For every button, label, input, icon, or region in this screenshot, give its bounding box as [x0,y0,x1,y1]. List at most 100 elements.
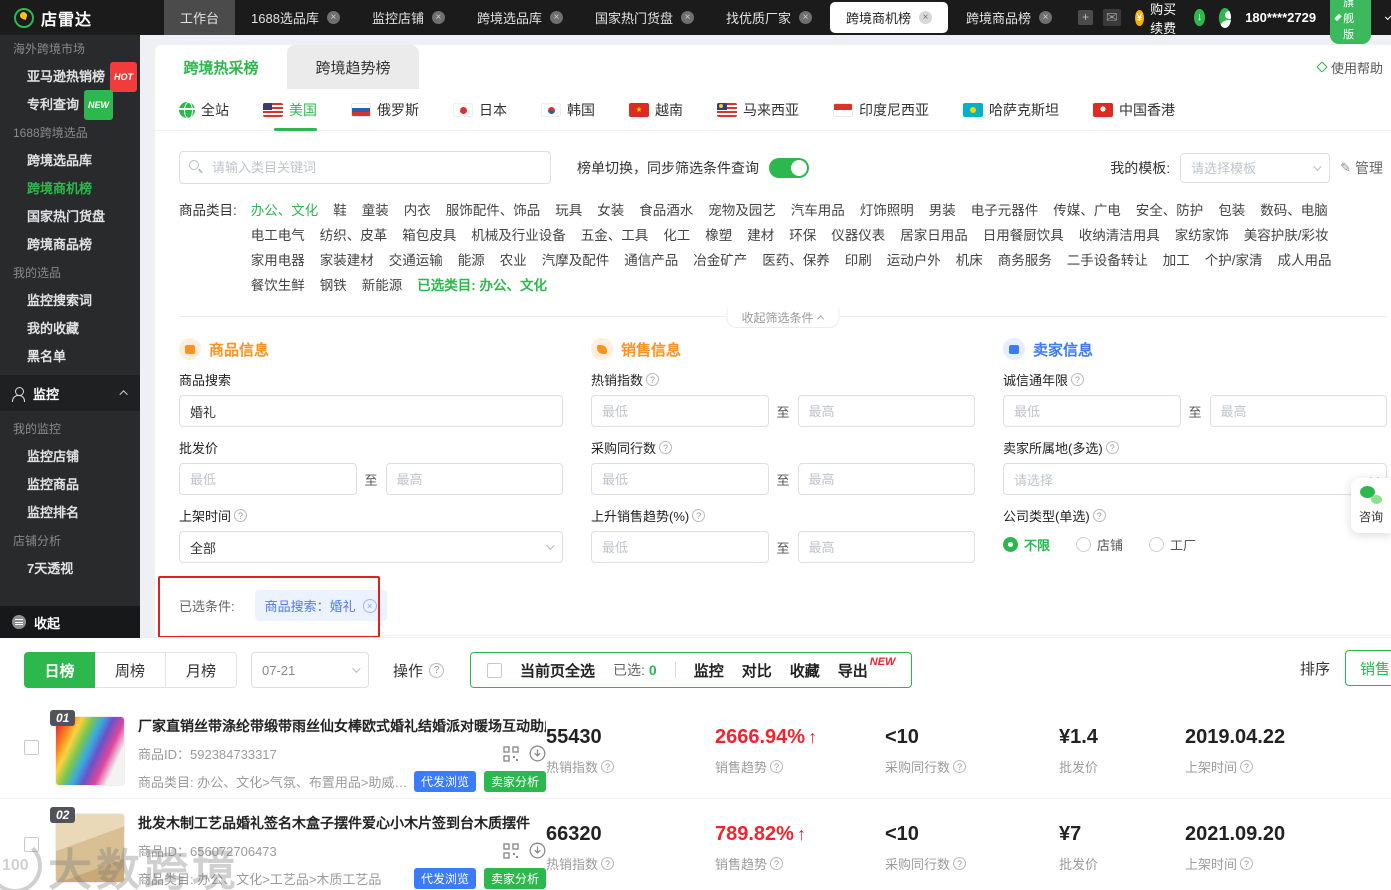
category-item[interactable]: 童装 [362,198,389,223]
sidebar-item[interactable]: 监控搜索词 [0,287,140,315]
help-icon[interactable]: ? [1071,373,1085,386]
category-item[interactable]: 鞋 [333,198,347,223]
category-item[interactable]: 二手设备转让 [1067,248,1148,273]
sidebar-item[interactable]: 跨境选品库 [0,147,140,175]
period-tab[interactable]: 月榜 [166,652,237,688]
category-item[interactable]: 居家日用品 [900,223,968,248]
listing-time-select[interactable]: 全部 [179,531,563,563]
help-icon[interactable]: ? [692,509,706,522]
sidebar-item[interactable]: 监控商品 [0,471,140,499]
manage-templates-button[interactable]: ✎ 管理 [1340,158,1383,178]
product-image[interactable] [55,813,125,883]
remove-chip-icon[interactable]: × [362,598,377,613]
new-tab-button[interactable]: + [1068,0,1103,35]
proxy-browse-tag[interactable]: 代发浏览 [413,868,476,889]
collapse-filters-button[interactable]: 收起筛选条件 [726,307,840,328]
trend-max-input[interactable] [797,531,976,563]
category-item[interactable]: 餐饮生鲜 [251,273,305,298]
category-item[interactable]: 办公、文化 [251,198,319,223]
sidebar-item[interactable]: 国家热门货盘 [0,203,140,231]
close-icon[interactable]: × [680,11,694,24]
category-item[interactable]: 家装建材 [320,248,374,273]
sidebar-item[interactable]: 跨境商机榜 [0,175,140,203]
close-icon[interactable]: × [326,11,340,24]
help-icon[interactable]: ? [234,509,248,522]
category-item[interactable]: 纺织、皮革 [320,223,388,248]
topbar-tab[interactable]: 1688选品库 × [235,0,356,35]
country-filter[interactable]: 印度尼西亚 [833,89,929,131]
category-item[interactable]: 数码、电脑 [1260,198,1328,223]
help-icon[interactable]: ? [770,760,784,773]
help-link[interactable]: 使用帮助 [1316,58,1383,77]
category-item[interactable]: 家用电器 [251,248,305,273]
help-icon[interactable]: ? [770,857,784,870]
price-min-input[interactable] [179,463,357,495]
favorite-action[interactable]: 收藏 [790,660,820,681]
help-icon[interactable]: ? [601,760,615,773]
category-item[interactable]: 通信产品 [624,248,678,273]
category-item[interactable]: 灯饰照明 [860,198,914,223]
sidebar-item[interactable]: 我的收藏 [0,315,140,343]
template-select[interactable]: 请选择模板 [1180,152,1331,183]
hot-index-min-input[interactable] [591,395,769,427]
download-icon[interactable] [529,842,546,859]
seller-analysis-tag[interactable]: 卖家分析 [483,868,546,889]
period-tab[interactable]: 周榜 [95,652,166,688]
category-item[interactable]: 玩具 [555,198,582,223]
category-item[interactable]: 包装 [1218,198,1245,223]
sidebar-group-monitor[interactable]: 监控 [0,375,140,411]
category-item[interactable]: 女装 [597,198,624,223]
country-filter[interactable]: 哈萨克斯坦 [963,89,1059,131]
country-filter[interactable]: 韩国 [541,89,595,131]
app-logo[interactable]: 店雷达 [14,6,164,30]
company-type-radio[interactable]: 店铺 [1076,535,1123,554]
category-item[interactable]: 交通运输 [389,248,443,273]
help-icon[interactable]: ? [953,760,967,773]
select-all-checkbox[interactable] [487,662,503,678]
category-item[interactable]: 机床 [956,248,983,273]
sync-toggle-switch[interactable] [769,157,809,178]
country-filter[interactable]: 越南 [629,89,683,131]
category-item[interactable]: 美容护肤/彩妆 [1244,223,1329,248]
tab-trend[interactable]: 跨境趋势榜 [287,45,419,89]
product-image[interactable] [55,716,125,786]
category-item[interactable]: 传媒、广电 [1053,198,1121,223]
country-filter[interactable]: 马来西亚 [717,89,799,131]
help-icon[interactable]: ? [1240,857,1254,870]
topbar-tab[interactable]: 工作台 [164,0,236,35]
category-item[interactable]: 橡塑 [705,223,732,248]
close-icon[interactable]: × [919,11,933,24]
row-checkbox[interactable] [24,740,39,755]
category-item[interactable]: 能源 [458,248,485,273]
peer-min-input[interactable] [591,463,769,495]
topbar-tab[interactable]: 跨境商品榜 × [950,0,1068,35]
sidebar-item[interactable]: 监控排名 [0,499,140,527]
category-item[interactable]: 汽摩及配件 [542,248,610,273]
sidebar-item[interactable]: 跨境商品榜 [0,231,140,259]
download-icon[interactable]: ↓ [1194,9,1205,26]
category-item[interactable]: 五金、工具 [581,223,649,248]
close-icon[interactable]: × [799,11,812,24]
category-item[interactable]: 箱包皮具 [402,223,456,248]
seller-analysis-tag[interactable]: 卖家分析 [483,771,546,792]
category-item[interactable]: 汽车用品 [791,198,845,223]
message-icon[interactable]: ✉ [1103,9,1121,26]
category-item[interactable]: 新能源 [362,273,403,298]
category-item[interactable]: 建材 [747,223,774,248]
peer-max-input[interactable] [797,463,976,495]
country-filter[interactable]: 俄罗斯 [351,89,419,131]
category-item[interactable]: 个护/家清 [1205,248,1263,273]
category-item[interactable]: 运动户外 [887,248,941,273]
category-item[interactable]: 机械及行业设备 [471,223,566,248]
country-filter[interactable]: 全站 [179,89,229,131]
help-icon[interactable]: ? [646,373,660,386]
category-item[interactable]: 加工 [1163,248,1190,273]
category-item[interactable]: 冶金矿产 [693,248,747,273]
category-keyword-input[interactable] [179,151,551,184]
sidebar-item[interactable]: 专利查询 NEW [0,90,140,120]
category-item[interactable]: 环保 [789,223,816,248]
buy-renew-button[interactable]: ¥ 购买续费 [1134,0,1181,37]
seller-region-select[interactable]: 请选择 [1003,463,1387,495]
company-type-radio[interactable]: 不限 [1003,535,1050,554]
topbar-tab[interactable]: 国家热门货盘 × [579,0,710,35]
